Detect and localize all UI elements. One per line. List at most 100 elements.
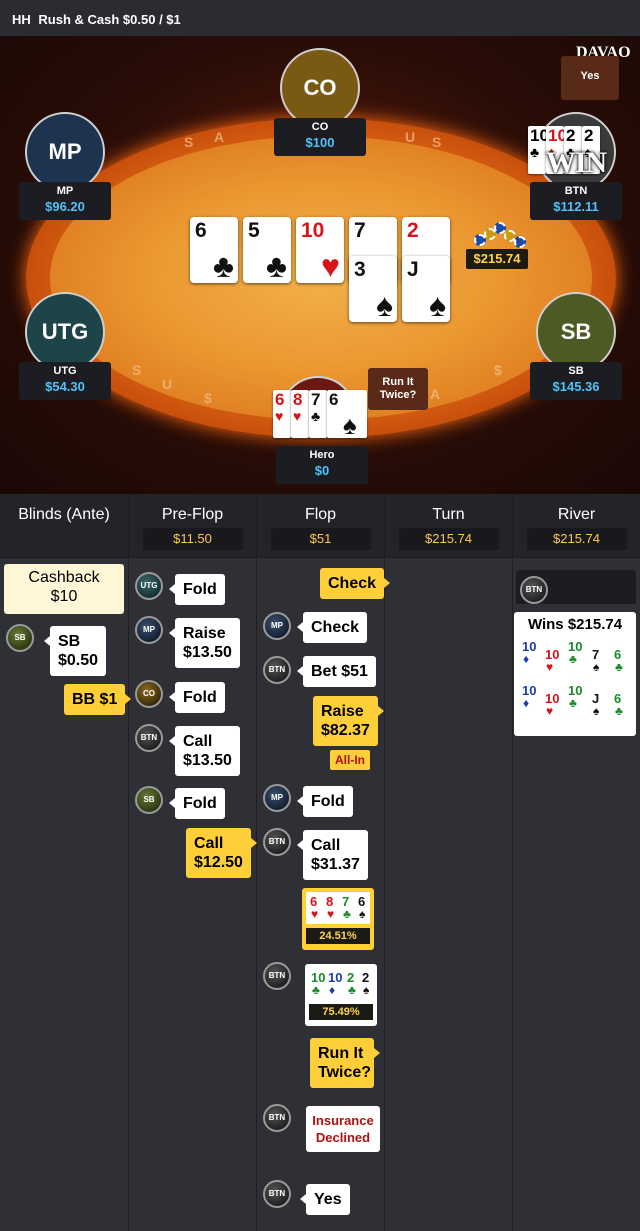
action-bubble: Call $13.50 xyxy=(169,726,240,776)
board-card-run2: J ♠ xyxy=(402,256,450,322)
equity-cards: 10 ♣ 10 ♦ 2 ♣ 2 ♠ xyxy=(309,968,373,1000)
position-chip-btn: BTN xyxy=(263,828,291,856)
equity-percent: 75.49% xyxy=(309,1004,373,1020)
action-bubble-hero: Raise $82.37 xyxy=(313,696,384,746)
position-chip-btn: BTN xyxy=(263,962,291,990)
winning-hand-row: 10 ♦ 10 ♥ 10 ♣ 7 ♠ 6 ♣ xyxy=(522,639,623,674)
cashback-badge: Cashback $10 xyxy=(4,564,124,614)
seat-stack: $100 xyxy=(305,135,335,150)
position-chip-utg: UTG xyxy=(135,572,163,600)
yes-bubble: Yes xyxy=(561,56,619,100)
run-it-twice-bubble: Run It Twice? xyxy=(368,368,428,410)
rail-letter: S xyxy=(432,134,442,150)
action-bubble: Raise $13.50 xyxy=(169,618,240,668)
game-title: Rush & Cash $0.50 / $1 xyxy=(38,12,181,27)
column-turn: Turn $215.74 xyxy=(385,494,513,1231)
seat-co-avatar[interactable]: CO xyxy=(280,48,360,128)
seat-name: CO xyxy=(311,121,329,133)
position-chip-btn: BTN xyxy=(263,1180,291,1208)
column-flop: Flop $51 Check MP Check BTN Bet $51 Rais… xyxy=(257,494,391,1231)
column-preflop: Pre-Flop $11.50 UTG Fold MP Raise $13.50… xyxy=(129,494,257,1231)
column-header: Turn $215.74 xyxy=(385,494,512,558)
column-header: River $215.74 xyxy=(513,494,640,558)
action-bubble: Fold xyxy=(297,786,353,817)
seat-sb-avatar[interactable]: SB xyxy=(536,292,616,372)
position-chip-mp: MP xyxy=(263,784,291,812)
column-title: Flop xyxy=(304,506,337,523)
position-chip-mp: MP xyxy=(135,616,163,644)
winner-box: Wins $215.74 10 ♦ 10 ♥ 10 ♣ 7 ♠ 6 ♣ 10 ♦ 10 ♥ 1… xyxy=(514,612,636,736)
run-it-twice-prompt: Run It Twice? xyxy=(310,1038,380,1088)
action-bubble: Call $31.37 xyxy=(297,830,368,880)
position-chip-sb: SB xyxy=(135,786,163,814)
column-header: Pre-Flop $11.50 xyxy=(129,494,256,558)
seat-stack: $145.36 xyxy=(552,379,600,394)
seat-hero-plate: Hero $0 xyxy=(276,446,368,484)
seat-utg-plate: UTG $54.30 xyxy=(19,362,111,400)
position-chip-btn: BTN xyxy=(135,724,163,752)
equity-cards: 6 ♥ 8 ♥ 7 ♣ 6 ♠ xyxy=(306,892,370,924)
win-label: WIN xyxy=(545,146,607,179)
rail-letter: $ xyxy=(204,390,212,406)
board-card-run2: 3 ♠ xyxy=(349,256,397,322)
column-pot: $215.74 xyxy=(398,528,499,550)
board-card: 5 ♣ xyxy=(243,217,291,283)
all-in-badge: All-In xyxy=(330,750,370,770)
hero-hole-card: 7 ♣ xyxy=(309,390,327,438)
action-bubble-hero: Check xyxy=(320,568,391,599)
column-title: River xyxy=(557,506,596,523)
column-header: Flop $51 xyxy=(257,494,384,558)
action-bubble: Check xyxy=(296,612,368,643)
seat-stack: $112.11 xyxy=(553,199,599,214)
column-title: Blinds (Ante) xyxy=(18,506,110,523)
seat-btn-plate: BTN $112.11 xyxy=(530,182,622,220)
action-bubble: Bet $51 xyxy=(297,656,376,687)
board-card: 10 ♥ xyxy=(296,217,344,283)
seat-name: Hero xyxy=(309,449,335,461)
hero-hole-card: 6 ♥ xyxy=(273,390,291,438)
seat-stack: $96.20 xyxy=(45,199,85,214)
action-history: Blinds (Ante) Cashback $10 SB SB $0.50 B… xyxy=(0,494,640,1231)
hand-history-screen: HH Rush & Cash $0.50 / $1 S A U S $ A $ … xyxy=(0,0,640,1231)
rail-letter: S xyxy=(132,362,142,378)
title-bar: HH Rush & Cash $0.50 / $1 xyxy=(0,0,640,36)
pot-amount: $215.74 xyxy=(466,249,528,269)
seat-utg-avatar[interactable]: UTG xyxy=(25,292,105,372)
btn-equity-box: 10 ♣ 10 ♦ 2 ♣ 2 ♠ 75.49% xyxy=(305,964,377,1026)
seat-name: UTG xyxy=(53,365,77,377)
hero-hole-card: 8 ♥ xyxy=(291,390,309,438)
seat-stack: $54.30 xyxy=(45,379,85,394)
column-pot: $11.50 xyxy=(142,528,243,550)
action-bubble: Yes xyxy=(300,1184,350,1215)
winning-hand-row: 10 ♦ 10 ♥ 10 ♣ J ♠ 6 ♣ xyxy=(522,683,623,718)
action-bubble-hero: Call $12.50 xyxy=(186,828,257,878)
seat-name: MP xyxy=(56,185,74,197)
action-bubble: SB $0.50 xyxy=(43,626,107,676)
seat-name: SB xyxy=(568,365,584,377)
hh-label: HH xyxy=(12,12,31,27)
rail-letter: U xyxy=(162,376,173,392)
seat-sb-plate: SB $145.36 xyxy=(530,362,622,400)
poker-table: S A U S $ A $ U S DAVAO POKER CO CO $100… xyxy=(0,36,640,494)
column-pot: $51 xyxy=(270,528,371,550)
position-chip-mp: MP xyxy=(263,612,291,640)
seat-co-plate: CO $100 xyxy=(274,118,366,156)
column-river: River $215.74 xyxy=(513,494,640,1231)
position-chip-co: CO xyxy=(135,680,163,708)
action-bubble: Fold xyxy=(169,788,225,819)
rail-letter: A xyxy=(214,129,225,145)
board-card: 6 ♣ xyxy=(190,217,238,283)
column-header: Blinds (Ante) xyxy=(0,494,128,558)
seat-stack: $0 xyxy=(314,463,330,478)
position-chip-sb: SB xyxy=(6,624,34,652)
rail-letter: $ xyxy=(494,362,502,378)
seat-mp-avatar[interactable]: MP xyxy=(25,112,105,192)
seat-name: BTN xyxy=(564,185,588,197)
hero-hole-card: 6 ♠ xyxy=(327,390,367,440)
column-title: Pre-Flop xyxy=(161,506,224,523)
position-chip-btn: BTN xyxy=(263,656,291,684)
rail-letter: U xyxy=(405,129,416,145)
action-bubble-hero: BB $1 xyxy=(64,684,132,715)
rail-letter: A xyxy=(430,386,441,402)
seat-mp-plate: MP $96.20 xyxy=(19,182,111,220)
